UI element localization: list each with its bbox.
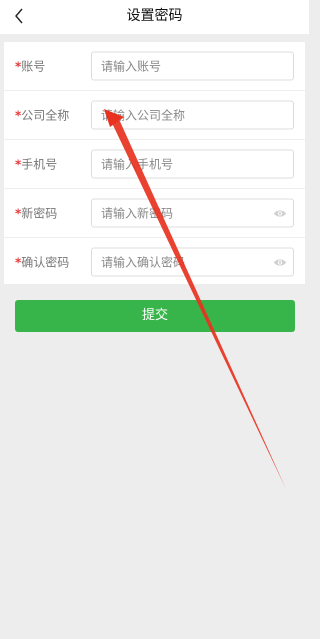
submit-area: 提交 xyxy=(0,284,309,639)
eye-icon[interactable] xyxy=(273,208,287,218)
confirm-password-input[interactable] xyxy=(92,248,293,276)
eye-icon[interactable] xyxy=(273,257,287,267)
form-row-phone: *手机号 xyxy=(4,140,305,189)
new-password-input[interactable] xyxy=(92,199,293,227)
account-input[interactable] xyxy=(92,52,293,80)
new-password-input-box xyxy=(91,198,294,228)
field-label-account: *账号 xyxy=(15,59,46,74)
company-input-box xyxy=(91,100,294,130)
field-label-new-password: *新密码 xyxy=(15,206,58,221)
form-row-new-password: *新密码 xyxy=(4,189,305,238)
form-row-account: *账号 xyxy=(4,42,305,91)
password-form: *账号 *公司全称 *手机号 *新密码 xyxy=(4,42,305,286)
form-row-company: *公司全称 xyxy=(4,91,305,140)
field-label-phone: *手机号 xyxy=(15,157,58,172)
page-title: 设置密码 xyxy=(126,8,183,24)
submit-button[interactable]: 提交 xyxy=(15,300,295,332)
header-bar: 设置密码 xyxy=(0,0,309,34)
field-label-company: *公司全称 xyxy=(15,108,70,123)
company-name-input[interactable] xyxy=(92,101,293,129)
form-row-confirm-password: *确认密码 xyxy=(4,238,305,286)
confirm-password-input-box xyxy=(91,247,294,277)
page: 设置密码 *账号 *公司全称 *手机号 *新密码 xyxy=(0,0,309,639)
phone-input[interactable] xyxy=(92,150,293,178)
field-label-confirm-password: *确认密码 xyxy=(15,255,70,270)
account-input-box xyxy=(91,51,294,81)
phone-input-box xyxy=(91,149,294,179)
